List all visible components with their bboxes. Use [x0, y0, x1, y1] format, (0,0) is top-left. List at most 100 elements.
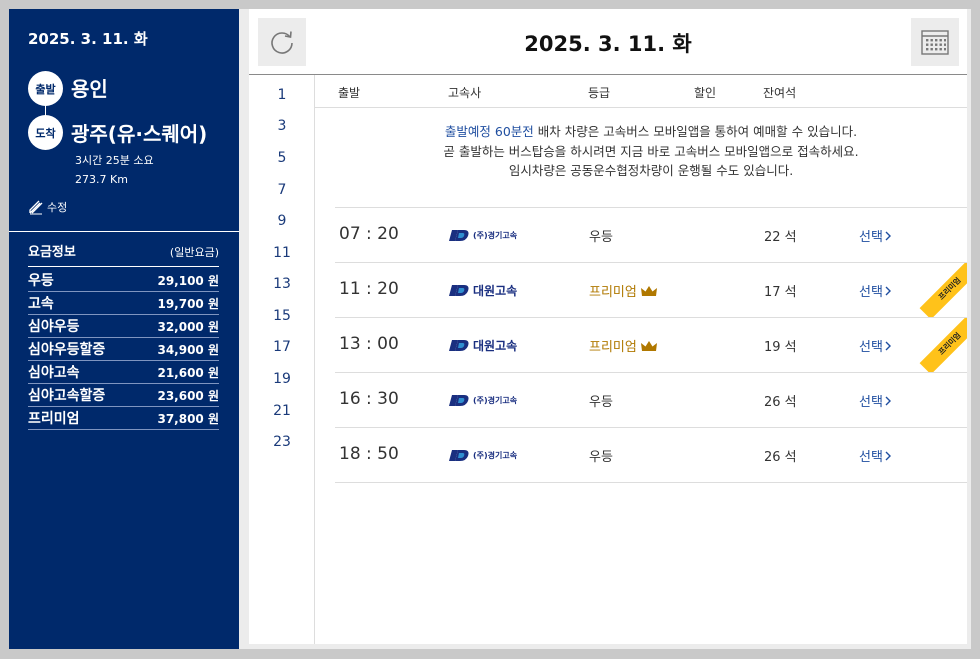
schedule-row[interactable]: 11 : 20 대원고속 프리미엄 17 석 선택 프리미엄 — [335, 263, 967, 318]
select-label: 선택 — [859, 395, 883, 410]
select-button[interactable]: 선택 — [859, 391, 893, 410]
hour-link[interactable]: 3 — [249, 118, 315, 134]
fare-name: 심야고속 — [28, 365, 80, 381]
hour-link[interactable]: 7 — [249, 182, 315, 198]
hour-link[interactable]: 21 — [249, 403, 315, 419]
fare-row: 심야고속할증 23,600 원 — [28, 384, 219, 407]
select-label: 선택 — [859, 340, 883, 355]
schedule-row[interactable]: 16 : 30 (주)경기고속 우등 26 석 선택 — [335, 373, 967, 428]
company-logo: 대원고속 — [449, 338, 518, 353]
kd-logo-icon — [449, 284, 469, 296]
fare-row: 심야우등할증 34,900 원 — [28, 338, 219, 361]
fare-price: 19,700 원 — [157, 296, 219, 311]
sidebar-divider — [9, 231, 239, 232]
chevron-right-icon — [885, 286, 891, 295]
remaining-seats: 26 석 — [764, 450, 797, 465]
booking-notice: 출발예정 60분전 배차 차량은 고속버스 모바일앱을 통하여 예매할 수 있습… — [335, 122, 967, 181]
company-name: (주)경기고속 — [473, 230, 518, 240]
crown-icon — [640, 340, 657, 351]
hour-link[interactable]: 23 — [249, 434, 315, 450]
bus-grade: 프리미엄 — [589, 336, 658, 355]
hour-link[interactable]: 13 — [249, 276, 315, 292]
schedule-topbar: 2025. 3. 11. 화 — [249, 9, 967, 75]
premium-ribbon: 프리미엄 — [919, 263, 967, 317]
notice-line2: 곧 출발하는 버스탑승을 하시려면 지금 바로 고속버스 모바일앱으로 접속하세… — [443, 143, 859, 159]
notice-line1: 배차 차량은 고속버스 모바일앱을 통하여 예매할 수 있습니다. — [533, 124, 858, 139]
fare-price: 23,600 원 — [157, 388, 219, 403]
fare-price: 37,800 원 — [157, 411, 219, 426]
trip-distance: 273.7 Km — [75, 173, 128, 186]
col-seats: 잔여석 — [763, 86, 797, 100]
schedule-row[interactable]: 18 : 50 (주)경기고속 우등 26 석 선택 — [335, 428, 967, 483]
remaining-seats: 22 석 — [764, 230, 797, 245]
fare-row: 심야고속 21,600 원 — [28, 361, 219, 384]
pencil-icon — [29, 200, 43, 215]
fare-title: 요금정보 — [28, 245, 76, 260]
calendar-icon — [921, 30, 949, 55]
select-button[interactable]: 선택 — [859, 226, 893, 245]
departure-time: 13 : 00 — [339, 334, 399, 354]
fare-price: 21,600 원 — [157, 365, 219, 380]
select-button[interactable]: 선택 — [859, 336, 893, 355]
select-button[interactable]: 선택 — [859, 281, 893, 300]
calendar-button[interactable] — [911, 18, 959, 66]
col-discount: 할인 — [694, 86, 717, 100]
remaining-seats: 19 석 — [764, 340, 797, 355]
fare-name: 심야우등 — [28, 319, 80, 335]
hour-link[interactable]: 5 — [249, 150, 315, 166]
bus-grade: 우등 — [589, 395, 613, 410]
bus-grade: 우등 — [589, 450, 613, 465]
notice-highlight: 출발예정 60분전 — [444, 124, 534, 139]
chevron-right-icon — [885, 396, 891, 405]
schedule-row[interactable]: 07 : 20 (주)경기고속 우등 22 석 선택 — [335, 208, 967, 263]
fare-name: 심야우등할증 — [28, 342, 106, 358]
crown-icon — [640, 285, 657, 296]
edit-route-button[interactable]: 수정 — [28, 199, 67, 215]
hour-link[interactable]: 17 — [249, 339, 315, 355]
hour-link[interactable]: 19 — [249, 371, 315, 387]
company-name: (주)경기고속 — [473, 450, 518, 460]
hour-link[interactable]: 1 — [249, 87, 315, 103]
company-logo: (주)경기고속 — [449, 228, 517, 242]
fare-list: 우등 29,100 원 고속 19,700 원 심야우등 32,000 원 심야우등할… — [28, 269, 219, 430]
col-company: 고속사 — [448, 86, 482, 100]
schedule-date-title: 2025. 3. 11. 화 — [524, 32, 692, 56]
fare-row: 심야우등 32,000 원 — [28, 315, 219, 338]
sidebar-date: 2025. 3. 11. 화 — [28, 30, 148, 48]
departure-terminal: 용인 — [71, 77, 108, 101]
chevron-right-icon — [885, 341, 891, 350]
hour-link[interactable]: 15 — [249, 308, 315, 324]
col-grade: 등급 — [588, 86, 611, 100]
arrival-badge: 도착 — [28, 115, 63, 150]
kd-logo-icon — [449, 394, 469, 406]
kd-logo-icon — [449, 449, 469, 461]
hour-link[interactable]: 9 — [249, 213, 315, 229]
schedule-row[interactable]: 13 : 00 대원고속 프리미엄 19 석 선택 프리미엄 — [335, 318, 967, 373]
fare-type: (일반요금) — [169, 246, 219, 259]
departure-badge: 출발 — [28, 71, 63, 106]
company-logo: 대원고속 — [449, 283, 517, 298]
schedule-column-headers: 출발 고속사 등급 할인 잔여석 — [315, 75, 967, 108]
premium-ribbon: 프리미엄 — [919, 318, 967, 372]
fare-name: 우등 — [28, 273, 54, 289]
chevron-right-icon — [885, 451, 891, 460]
hour-link[interactable]: 11 — [249, 245, 315, 261]
select-button[interactable]: 선택 — [859, 446, 893, 465]
fare-row: 프리미엄 37,800 원 — [28, 407, 219, 430]
trip-duration: 3시간 25분 소요 — [75, 154, 154, 167]
fare-price: 29,100 원 — [157, 273, 219, 288]
hour-nav: 1 3 5 7 9 11 13 15 17 19 21 23 — [249, 75, 315, 644]
grade-label: 프리미엄 — [589, 285, 637, 300]
select-label: 선택 — [859, 285, 883, 300]
departure-time: 11 : 20 — [339, 279, 399, 299]
arrival-terminal: 광주(유·스퀘어) — [71, 122, 208, 146]
fare-price: 34,900 원 — [157, 342, 219, 357]
departure-time: 18 : 50 — [339, 444, 399, 464]
company-logo: (주)경기고속 — [449, 448, 517, 462]
company-name: 대원고속 — [473, 338, 518, 353]
fare-name: 프리미엄 — [28, 411, 80, 427]
edit-route-label: 수정 — [47, 201, 68, 214]
schedule-list: 07 : 20 (주)경기고속 우등 22 석 선택 11 : 20 대원고속 … — [335, 207, 967, 483]
select-label: 선택 — [859, 450, 883, 465]
chevron-right-icon — [885, 231, 891, 240]
